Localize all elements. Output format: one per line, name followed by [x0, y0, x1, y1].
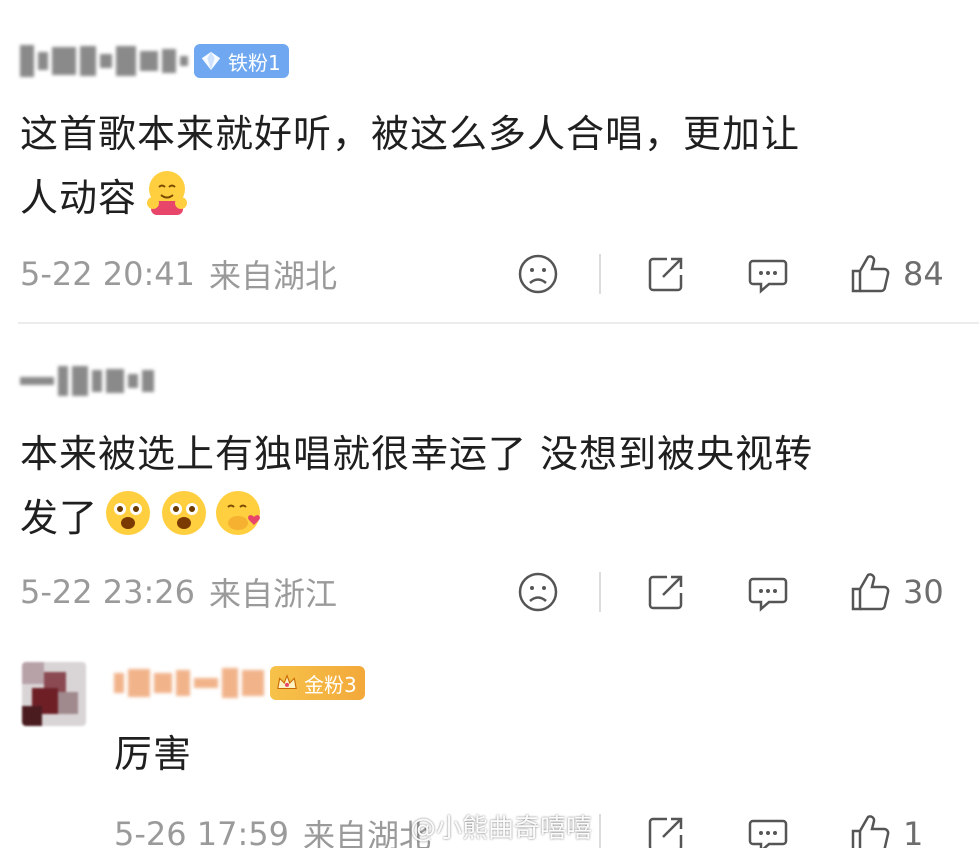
comment-bubble-icon	[748, 577, 788, 612]
comment-meta: 5-26 17:59 来自湖北	[114, 804, 431, 848]
fan-badge[interactable]: 铁粉1	[194, 44, 289, 78]
share-button[interactable]	[645, 804, 687, 848]
like-count: 30	[903, 573, 944, 611]
hug-emoji-icon	[147, 171, 188, 215]
action-divider	[599, 254, 601, 294]
comment-meta: 5-22 20:41 来自湖北	[20, 244, 337, 304]
comment-location: 来自浙江	[209, 575, 338, 613]
avatar-image	[22, 662, 86, 726]
comment-text-fragment: 发了	[20, 496, 99, 540]
blurred-username[interactable]	[114, 668, 264, 698]
blurred-username[interactable]	[20, 366, 154, 396]
comment-text-line: 本来被选上有独唱就很幸运了 没想到被央视转	[20, 432, 814, 476]
share-icon	[648, 575, 683, 610]
comment-actions: 84	[499, 244, 979, 304]
comment-text-line-2: 发了	[20, 486, 813, 550]
crown-icon	[277, 674, 297, 690]
comment-date: 5-22 20:41	[20, 255, 196, 293]
comment-text: 这首歌本来就好听，被这么多人合唱，更加让 人动容	[20, 102, 800, 230]
comment-date: 5-22 23:26	[20, 573, 196, 611]
like-button[interactable]: 84	[849, 244, 944, 304]
comment-text-line: 这首歌本来就好听，被这么多人合唱，更加让	[20, 112, 801, 156]
diamond-icon	[201, 51, 221, 71]
comment-meta: 5-22 23:26 来自浙江	[20, 562, 337, 622]
fan-badge-label: 铁粉1	[228, 50, 281, 75]
reply-button[interactable]	[747, 244, 789, 304]
share-button[interactable]	[645, 244, 687, 304]
heart-hands-emoji-icon	[216, 491, 261, 535]
fan-badge-label: 金粉3	[304, 672, 357, 697]
reply-button[interactable]	[747, 804, 789, 848]
action-divider	[599, 572, 601, 612]
comment-item: 铁粉1 这首歌本来就好听，被这么多人合唱，更加让 人动容 5-22 20:41 …	[0, 0, 979, 323]
thumbs-up-icon	[851, 815, 890, 848]
action-divider	[599, 814, 601, 848]
comment-username[interactable]: 铁粉1	[20, 44, 289, 78]
comment-text: 厉害	[114, 732, 193, 776]
comment-item: 本来被选上有独唱就很幸运了 没想到被央视转 发了 5-22 23:26 来自浙江	[0, 324, 979, 642]
comment-bubble-icon	[748, 819, 788, 848]
comment-username[interactable]: 金粉3	[114, 666, 365, 700]
share-icon	[648, 257, 683, 292]
comment-date: 5-26 17:59	[114, 815, 290, 848]
share-button[interactable]	[645, 562, 687, 622]
share-icon	[648, 817, 683, 848]
comment-location: 来自湖北	[209, 257, 338, 295]
like-count: 84	[903, 255, 944, 293]
avatar[interactable]	[22, 662, 86, 726]
fan-badge[interactable]: 金粉3	[270, 666, 365, 700]
comment-actions: 30	[499, 562, 979, 622]
sad-face-icon	[518, 254, 558, 294]
comment-bubble-icon	[748, 259, 788, 294]
starstruck-emoji-icon	[162, 491, 207, 535]
dislike-button[interactable]	[517, 562, 559, 622]
reply-button[interactable]	[747, 562, 789, 622]
sad-face-icon	[518, 572, 558, 612]
thumbs-up-icon	[851, 573, 890, 611]
comment-text-line-2: 人动容	[20, 166, 800, 230]
starstruck-emoji-icon	[106, 491, 151, 535]
like-button[interactable]: 1	[849, 804, 923, 848]
like-count: 1	[903, 815, 924, 848]
like-button[interactable]: 30	[849, 562, 944, 622]
blurred-username[interactable]	[20, 45, 188, 77]
watermark: @小熊曲奇嘻嘻	[410, 814, 593, 844]
comment-text-fragment: 人动容	[20, 176, 138, 220]
dislike-button[interactable]	[517, 244, 559, 304]
comment-text: 本来被选上有独唱就很幸运了 没想到被央视转 发了	[20, 422, 813, 550]
thumbs-up-icon	[851, 255, 890, 293]
comment-username[interactable]	[20, 366, 154, 396]
